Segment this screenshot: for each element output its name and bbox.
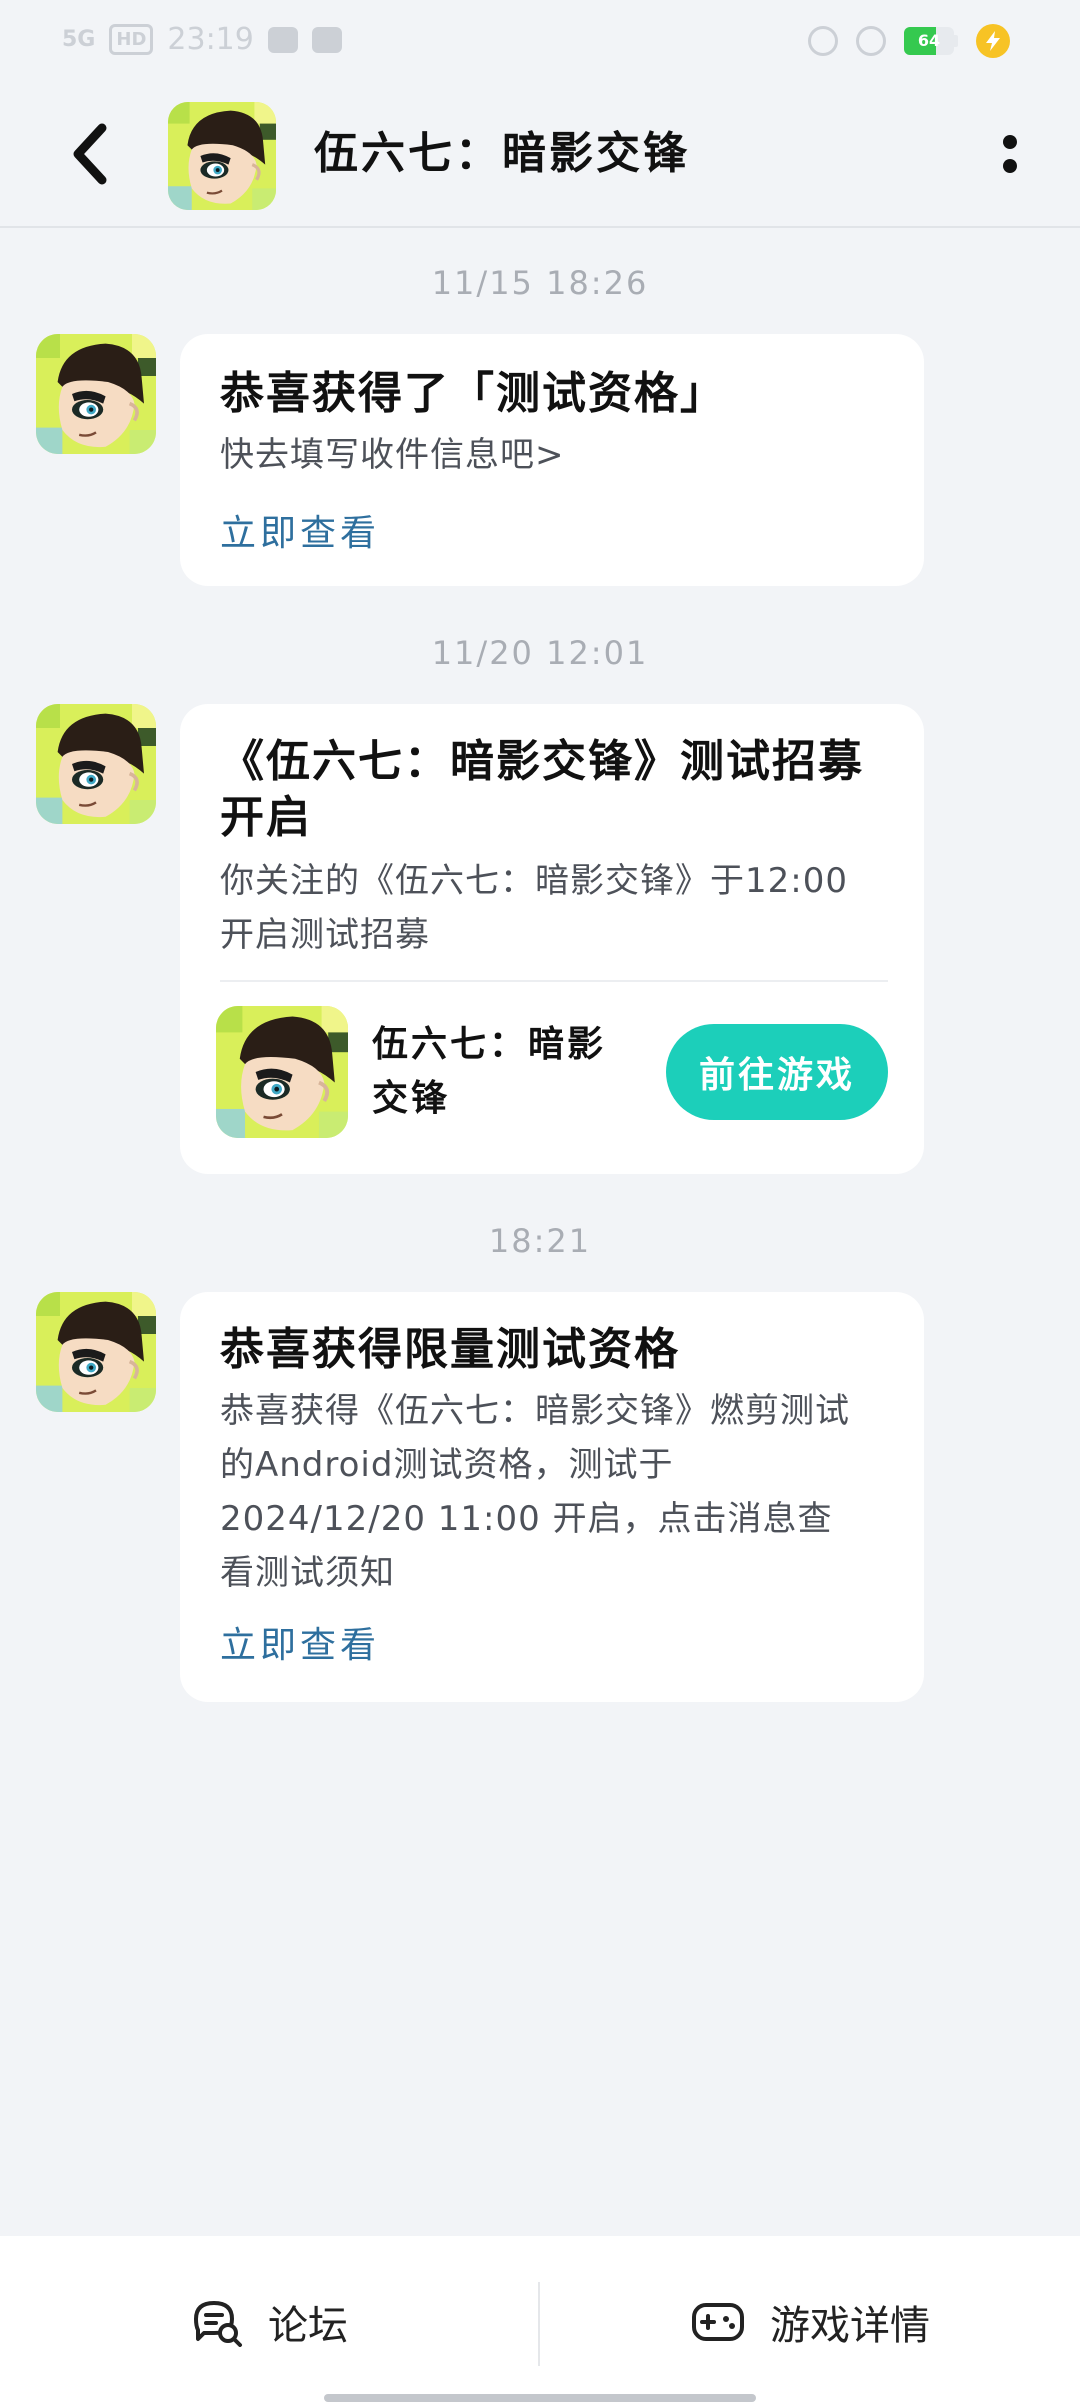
back-button[interactable] [50, 114, 130, 194]
message-time: 18:21 [488, 1222, 592, 1260]
status-bar: 5G HD 23:19 64 [0, 0, 1080, 80]
message-title: 《伍六七：暗影交锋》测试招募开启 [220, 736, 864, 843]
sender-avatar[interactable] [36, 334, 156, 454]
message-body: 快去填写收件信息吧> [220, 435, 565, 475]
battery-level: 64 [917, 31, 941, 50]
bottom-nav: 论坛 游戏详情 [0, 2236, 1080, 2408]
go-to-game-button[interactable]: 前往游戏 [666, 1024, 888, 1120]
home-indicator[interactable] [324, 2394, 756, 2402]
game-avatar[interactable] [168, 102, 276, 210]
alarm-icon [808, 26, 838, 56]
chat-header: 伍六七：暗影交锋 [0, 80, 1080, 228]
message-card[interactable]: 恭喜获得了「测试资格」 快去填写收件信息吧> 立即查看 [180, 334, 924, 586]
sender-avatar[interactable] [36, 704, 156, 824]
view-now-link[interactable]: 立即查看 [220, 1616, 380, 1668]
more-options-button[interactable] [980, 124, 1040, 184]
forum-label: 论坛 [268, 2303, 348, 2349]
game-name: 伍六七：暗影交锋 [372, 1024, 607, 1119]
message-title: 恭喜获得限量测试资格 [220, 1324, 680, 1375]
status-right: 64 [808, 24, 1010, 58]
card-divider [220, 980, 888, 982]
game-details-tab[interactable]: 游戏详情 [540, 2236, 1080, 2408]
forum-tab[interactable]: 论坛 [0, 2236, 538, 2408]
notification-icon [267, 26, 298, 53]
mute-icon [856, 26, 886, 56]
chat-search-icon [194, 2301, 242, 2347]
game-icon[interactable] [216, 1006, 348, 1138]
view-now-link[interactable]: 立即查看 [220, 504, 380, 556]
game-details-label: 游戏详情 [770, 2303, 930, 2349]
chevron-left-icon [73, 123, 107, 185]
status-left: 5G HD 23:19 [62, 22, 342, 57]
page-title: 伍六七：暗影交锋 [314, 128, 690, 179]
more-vertical-icon [1003, 135, 1017, 149]
message-body: 恭喜获得《伍六七：暗影交锋》燃剪测试的Android测试资格，测试于2024/1… [220, 1391, 850, 1593]
message-body: 你关注的《伍六七：暗影交锋》于12:00 开启测试招募 [220, 861, 848, 955]
message-card[interactable]: 恭喜获得限量测试资格 恭喜获得《伍六七：暗影交锋》燃剪测试的Android测试资… [180, 1292, 924, 1702]
check-icon [311, 26, 342, 53]
gamepad-icon [692, 2303, 744, 2341]
message-time: 11/15 18:26 [431, 264, 649, 302]
sender-avatar[interactable] [36, 1292, 156, 1412]
battery-icon: 64 [904, 27, 958, 55]
charging-icon [976, 24, 1010, 58]
message-card[interactable]: 《伍六七：暗影交锋》测试招募开启 你关注的《伍六七：暗影交锋》于12:00 开启… [180, 704, 924, 1174]
message-time: 11/20 12:01 [431, 634, 649, 672]
message-title: 恭喜获得了「测试资格」 [220, 368, 726, 419]
status-time: 23:19 [167, 22, 254, 57]
network-indicator: 5G [62, 26, 96, 52]
hd-badge: HD [109, 24, 154, 55]
